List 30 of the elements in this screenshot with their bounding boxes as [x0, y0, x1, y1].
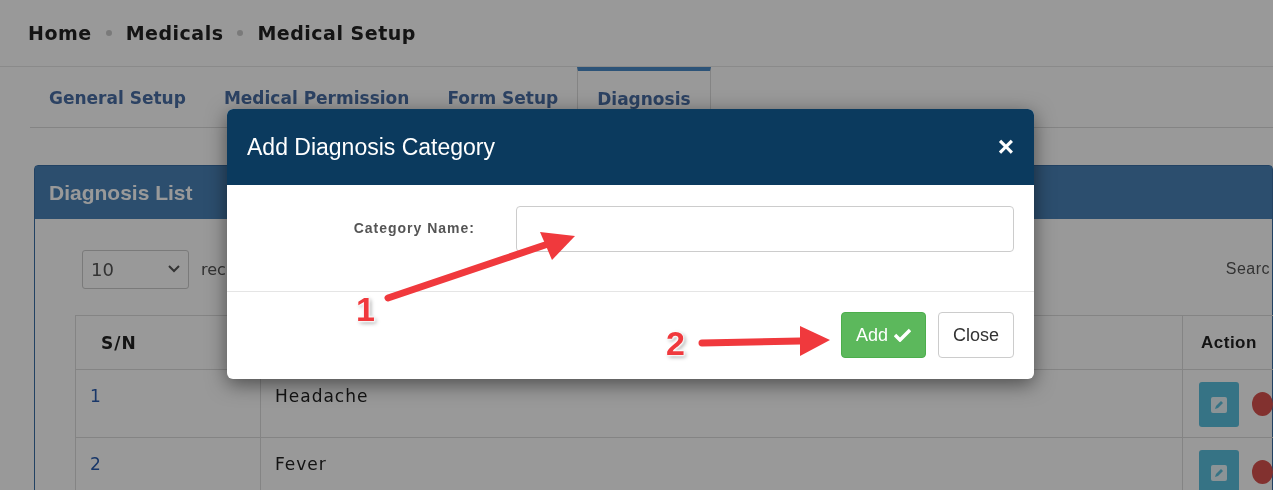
column-header: Action	[1201, 332, 1257, 353]
pencil-icon	[1210, 396, 1227, 413]
card-title: Diagnosis List	[49, 180, 193, 205]
breadcrumb-item[interactable]: Medicals	[125, 22, 224, 44]
delete-button[interactable]	[1251, 392, 1273, 416]
records-label: rec	[201, 259, 226, 279]
step-number: 2	[666, 324, 685, 363]
table-cell: 1	[90, 386, 102, 406]
check-icon	[893, 328, 911, 342]
table-cell: Headache	[275, 386, 369, 406]
close-button[interactable]: Close	[937, 312, 1014, 358]
column-header: S/N	[101, 332, 137, 353]
field-label: Category Name:	[352, 220, 475, 236]
table-cell: 2	[90, 454, 102, 474]
delete-button[interactable]	[1251, 460, 1273, 484]
modal-title: Add Diagnosis Category	[247, 133, 496, 161]
chevron-down-icon	[168, 265, 180, 273]
breadcrumb-item[interactable]: Home	[28, 22, 92, 44]
add-button[interactable]: Add	[840, 312, 926, 358]
input-field[interactable]	[516, 206, 1014, 252]
search-label: Searc	[1225, 260, 1270, 278]
breadcrumb-item[interactable]: Medical Setup	[257, 22, 416, 44]
tab[interactable]: General Setup	[30, 69, 205, 127]
pencil-icon	[1210, 464, 1227, 481]
close-button[interactable]: ×	[997, 131, 1014, 163]
table-cell: Fever	[275, 454, 327, 474]
separator-dot	[105, 30, 112, 36]
separator-dot	[237, 30, 244, 36]
page-size-select[interactable]: 10	[82, 249, 189, 289]
step-number: 1	[356, 290, 375, 329]
